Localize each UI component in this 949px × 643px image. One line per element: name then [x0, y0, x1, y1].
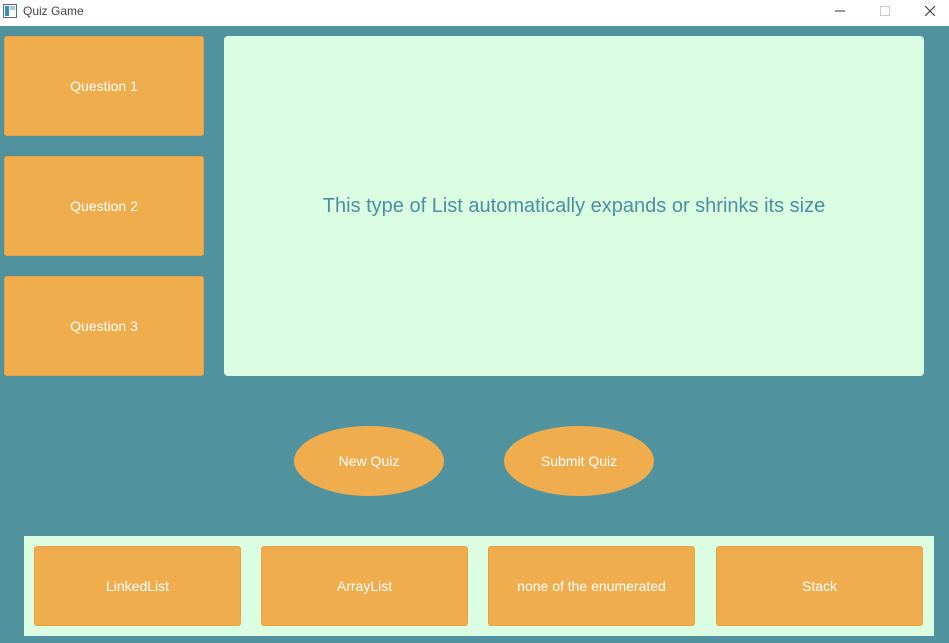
- submit-quiz-button[interactable]: Submit Quiz: [504, 426, 654, 496]
- question-1-button[interactable]: Question 1: [4, 36, 204, 136]
- question-text: This type of List automatically expands …: [322, 194, 826, 217]
- title-bar: Quiz Game: [0, 0, 949, 26]
- app-icon: [3, 4, 17, 18]
- answers-panel: LinkedList ArrayList none of the enumera…: [24, 536, 934, 636]
- minimize-button[interactable]: [817, 0, 863, 22]
- answer-option-button[interactable]: LinkedList: [34, 546, 241, 626]
- question-display-panel: This type of List automatically expands …: [224, 36, 924, 376]
- app-window: Quiz Game Question 1 Question 2 Question…: [0, 0, 949, 643]
- minimize-icon: [835, 10, 845, 12]
- close-icon: [925, 6, 935, 16]
- answer-option-button[interactable]: none of the enumerated: [488, 546, 695, 626]
- window-title: Quiz Game: [23, 4, 84, 18]
- close-button[interactable]: [907, 0, 949, 22]
- maximize-button[interactable]: [862, 0, 908, 22]
- new-quiz-button[interactable]: New Quiz: [294, 426, 444, 496]
- maximize-icon: [880, 6, 890, 16]
- question-2-button[interactable]: Question 2: [4, 156, 204, 256]
- question-3-button[interactable]: Question 3: [4, 276, 204, 376]
- answer-option-button[interactable]: ArrayList: [261, 546, 468, 626]
- answer-option-button[interactable]: Stack: [716, 546, 923, 626]
- quiz-content-area: Question 1 Question 2 Question 3 This ty…: [0, 26, 949, 643]
